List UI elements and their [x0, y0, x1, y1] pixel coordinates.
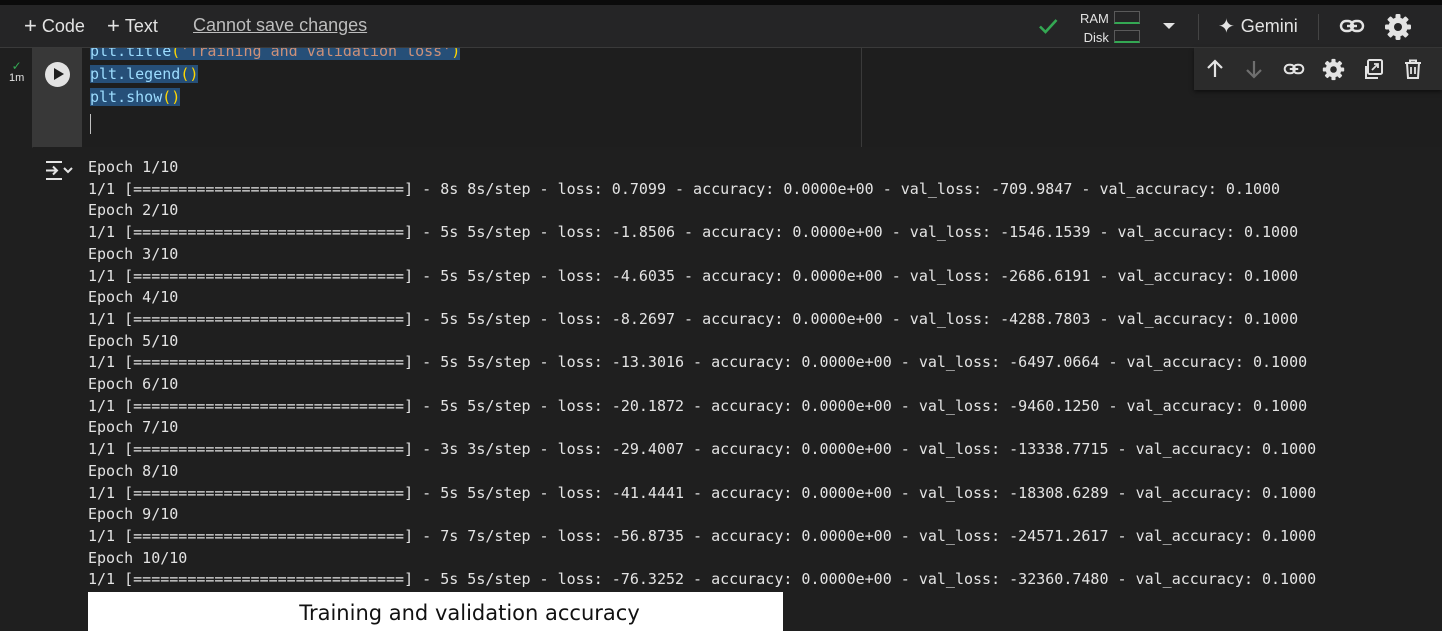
link-icon[interactable]: [1282, 58, 1306, 80]
plot-title: Training and validation accuracy: [299, 601, 640, 625]
code-line-pre: plt.show: [90, 88, 163, 106]
code-line-pre: plt.title: [90, 48, 172, 60]
log-line: Epoch 3/10: [88, 244, 179, 263]
cell-toolbar: [1194, 48, 1442, 90]
play-icon[interactable]: [45, 62, 70, 87]
log-line: Epoch 6/10: [88, 375, 179, 394]
code-editor[interactable]: plt.title('Training and validation loss'…: [82, 48, 860, 147]
code-line: plt.title('Training and validation loss'…: [90, 48, 461, 60]
mirror-icon[interactable]: [1363, 58, 1385, 80]
code-line: plt.show(): [90, 88, 181, 106]
add-code-label: Code: [41, 15, 85, 36]
log-line: Epoch 9/10: [88, 505, 179, 524]
plus-icon: +: [24, 13, 37, 38]
log-line: Epoch 2/10: [88, 201, 179, 220]
add-text-label: Text: [124, 15, 158, 36]
arrow-down-icon[interactable]: [1243, 58, 1265, 80]
log-line: 1/1 [==============================] - 5…: [88, 396, 1308, 415]
output-log: Epoch 1/10 1/1 [========================…: [88, 157, 1316, 591]
gear-icon[interactable]: [1322, 58, 1345, 81]
log-line: Epoch 4/10: [88, 288, 179, 307]
cell-gutter: [0, 48, 33, 631]
output-icon[interactable]: [45, 160, 73, 182]
check-icon: [1039, 19, 1058, 34]
exec-time: 1m: [9, 72, 25, 84]
log-line: 1/1 [==============================] - 5…: [88, 483, 1317, 502]
plus-icon: +: [107, 13, 120, 38]
code-line-arg: 'Training and validation loss': [180, 48, 452, 60]
log-line: 1/1 [==============================] - 5…: [88, 309, 1299, 328]
gear-icon[interactable]: [1384, 13, 1412, 41]
toolbar-divider: [1198, 14, 1199, 40]
text-cursor: [90, 114, 91, 134]
gemini-button[interactable]: ✦ Gemini: [1218, 5, 1298, 47]
sparkle-icon: ✦: [1218, 15, 1235, 38]
toolbar-divider: [1318, 14, 1319, 40]
save-status-link[interactable]: Cannot save changes: [193, 15, 367, 36]
cell-exec-status: ✓ 1m: [9, 60, 24, 84]
chevron-down-icon[interactable]: [1160, 19, 1178, 33]
disk-label: Disk: [1083, 30, 1109, 45]
add-code-button[interactable]: + Code: [24, 5, 85, 47]
log-line: Epoch 1/10: [88, 158, 179, 176]
log-line: Epoch 7/10: [88, 418, 179, 437]
log-line: 1/1 [==============================] - 5…: [88, 266, 1299, 285]
log-line: 1/1 [==============================] - 5…: [88, 570, 1317, 589]
log-line: Epoch 8/10: [88, 461, 179, 480]
log-line: 1/1 [==============================] - 7…: [88, 526, 1317, 545]
gemini-label: Gemini: [1240, 15, 1298, 36]
notebook-toolbar: + Code + Text Cannot save changes RAM Di…: [0, 5, 1442, 48]
log-line: Epoch 10/10: [88, 548, 188, 567]
code-line: plt.legend(): [90, 65, 199, 83]
log-line: Epoch 5/10: [88, 331, 179, 350]
ram-label: RAM: [1080, 11, 1109, 26]
add-text-button[interactable]: + Text: [107, 5, 158, 47]
ram-usage-bar: [1114, 11, 1140, 24]
check-icon: ✓: [11, 59, 22, 73]
log-line: 1/1 [==============================] - 5…: [88, 223, 1299, 242]
resource-labels: RAM Disk: [1080, 9, 1109, 47]
log-line: 1/1 [==============================] - 8…: [88, 179, 1281, 198]
link-icon[interactable]: [1338, 13, 1366, 39]
log-line: 1/1 [==============================] - 3…: [88, 440, 1317, 459]
plot-image: Training and validation accuracy: [88, 592, 783, 631]
log-line: 1/1 [==============================] - 5…: [88, 353, 1308, 372]
trash-icon[interactable]: [1403, 58, 1423, 80]
disk-usage-bar: [1114, 30, 1140, 43]
code-line-pre: plt.legend: [90, 65, 181, 83]
arrow-up-icon[interactable]: [1204, 58, 1226, 80]
